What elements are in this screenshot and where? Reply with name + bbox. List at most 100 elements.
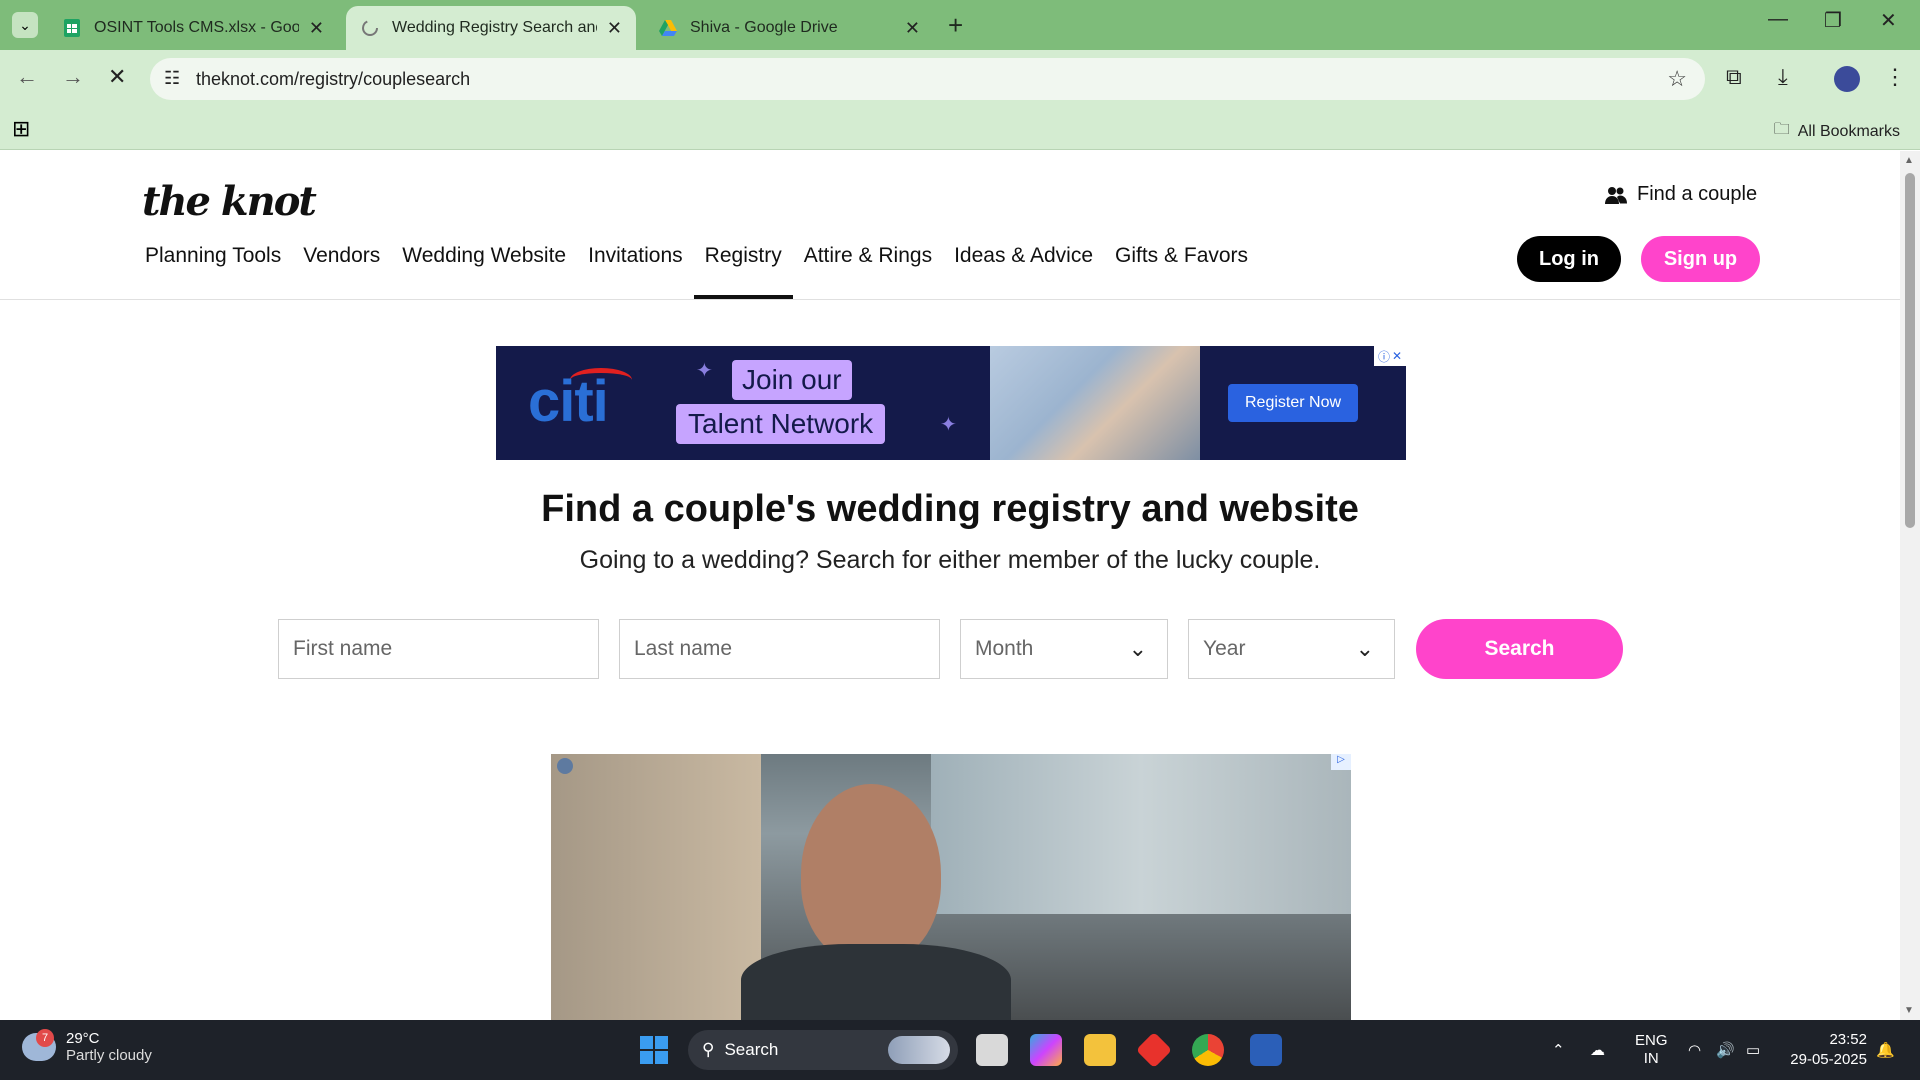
ad-choices-icon[interactable]: ▷ bbox=[1331, 754, 1351, 770]
profile-avatar[interactable] bbox=[1834, 66, 1860, 92]
search-icon: ⚲ bbox=[702, 1040, 715, 1059]
start-button[interactable] bbox=[640, 1036, 668, 1064]
nav-ideas-advice[interactable]: Ideas & Advice bbox=[943, 245, 1104, 299]
nav-invitations[interactable]: Invitations bbox=[577, 245, 694, 299]
month-select[interactable]: Month ⌄ bbox=[960, 619, 1168, 679]
video-person-head bbox=[801, 784, 941, 964]
menu-icon[interactable]: ⋮ bbox=[1884, 64, 1906, 90]
weather-temp: 29°C bbox=[66, 1030, 100, 1047]
nav-gifts-favors[interactable]: Gifts & Favors bbox=[1104, 245, 1259, 299]
close-tab-icon[interactable]: ✕ bbox=[607, 18, 622, 39]
volume-icon[interactable]: 🔊 bbox=[1716, 1020, 1735, 1080]
all-bookmarks-button[interactable]: 🗀 All Bookmarks bbox=[1774, 118, 1900, 145]
extensions-icon[interactable]: ⧉ bbox=[1726, 64, 1742, 90]
drive-icon bbox=[659, 20, 677, 36]
year-select[interactable]: Year ⌄ bbox=[1188, 619, 1395, 679]
new-tab-button[interactable]: + bbox=[948, 10, 963, 41]
page-title: Find a couple's wedding registry and web… bbox=[541, 488, 1359, 530]
clock-time: 23:52 bbox=[1829, 1031, 1867, 1048]
scrollbar-thumb[interactable] bbox=[1905, 173, 1915, 528]
lang-region: IN bbox=[1643, 1050, 1659, 1067]
weather-widget[interactable]: 7 29°C Partly cloudy bbox=[22, 1029, 152, 1064]
ad-line1: Join our bbox=[732, 360, 852, 400]
nav-wedding-website[interactable]: Wedding Website bbox=[391, 245, 577, 299]
copilot-icon[interactable] bbox=[1030, 1034, 1062, 1066]
site-info-icon[interactable]: ☷ bbox=[164, 68, 180, 89]
tab-drive[interactable]: Shiva - Google Drive ✕ bbox=[644, 6, 934, 50]
video-ad[interactable]: ▷ bbox=[551, 754, 1351, 1020]
sparkle-icon: ✦ bbox=[696, 360, 713, 382]
video-person-body bbox=[741, 944, 1011, 1020]
sheets-icon bbox=[64, 19, 80, 37]
weather-cloud-icon: 7 bbox=[22, 1029, 56, 1061]
chrome-icon[interactable] bbox=[1192, 1034, 1224, 1066]
last-name-input[interactable]: Last name bbox=[619, 619, 940, 679]
chevron-down-icon: ⌄ bbox=[1355, 636, 1374, 661]
people-icon bbox=[1605, 186, 1627, 204]
video-scene-pillar bbox=[551, 754, 761, 1020]
task-view-icon[interactable] bbox=[976, 1034, 1008, 1066]
weather-badge: 7 bbox=[36, 1029, 54, 1047]
scroll-down-icon[interactable]: ▼ bbox=[1904, 1005, 1914, 1016]
ad-register-button[interactable]: Register Now bbox=[1228, 384, 1358, 422]
nav-attire-rings[interactable]: Attire & Rings bbox=[793, 245, 943, 299]
info-icon[interactable]: ⓘ bbox=[1378, 348, 1390, 365]
year-label: Year bbox=[1203, 637, 1246, 660]
notifications-icon[interactable]: 🔔 bbox=[1876, 1020, 1895, 1080]
apps-grid-icon[interactable]: ⊞ bbox=[12, 116, 30, 142]
tab-search-button[interactable]: ⌄ bbox=[12, 12, 38, 38]
search-button[interactable]: Search bbox=[1416, 619, 1623, 679]
search-highlight-image bbox=[888, 1036, 950, 1064]
chevron-down-icon: ⌄ bbox=[1128, 636, 1147, 661]
app-red-diamond-icon[interactable] bbox=[1135, 1031, 1173, 1069]
minimize-button[interactable]: — bbox=[1768, 8, 1788, 31]
battery-icon[interactable]: ▭ bbox=[1746, 1020, 1760, 1080]
close-tab-icon[interactable]: ✕ bbox=[309, 18, 324, 39]
onedrive-icon[interactable]: ☁ bbox=[1590, 1020, 1605, 1080]
ad-badge-icon bbox=[557, 758, 573, 774]
tray-chevron-icon[interactable]: ⌃ bbox=[1552, 1020, 1565, 1080]
wifi-icon[interactable]: ◠ bbox=[1688, 1020, 1701, 1080]
login-button[interactable]: Log in bbox=[1517, 236, 1621, 282]
taskbar: 7 29°C Partly cloudy ⚲ Search ⌃ ☁ ENG IN… bbox=[0, 1020, 1920, 1080]
bookmark-star-icon[interactable]: ☆ bbox=[1667, 66, 1687, 92]
video-scene-window bbox=[931, 754, 1351, 914]
page-subtitle: Going to a wedding? Search for either me… bbox=[579, 546, 1321, 574]
restore-button[interactable]: ❐ bbox=[1824, 8, 1842, 33]
tab-sheets[interactable]: OSINT Tools CMS.xlsx - Google ✕ bbox=[48, 6, 338, 50]
scroll-up-icon[interactable]: ▲ bbox=[1904, 155, 1914, 166]
file-explorer-icon[interactable] bbox=[1084, 1034, 1116, 1066]
banner-ad[interactable]: citi ✦ ✦ Join our Talent Network Registe… bbox=[496, 346, 1406, 460]
signup-button[interactable]: Sign up bbox=[1641, 236, 1760, 282]
download-icon[interactable]: ⤓ bbox=[1778, 64, 1788, 90]
loading-icon bbox=[362, 20, 378, 36]
close-ad-icon[interactable]: ✕ bbox=[1392, 349, 1402, 363]
folder-icon: 🗀 bbox=[1773, 121, 1790, 138]
tab-registry[interactable]: Wedding Registry Search and W ✕ bbox=[346, 6, 636, 50]
address-bar[interactable]: ☷ theknot.com/registry/couplesearch ☆ bbox=[150, 58, 1705, 100]
nav-registry[interactable]: Registry bbox=[693, 245, 793, 299]
main-nav: Planning Tools Vendors Wedding Website I… bbox=[145, 245, 1259, 299]
weather-desc: Partly cloudy bbox=[66, 1047, 152, 1064]
nav-planning-tools[interactable]: Planning Tools bbox=[145, 245, 292, 299]
clock[interactable]: 23:52 29-05-2025 bbox=[1785, 1030, 1867, 1070]
back-button[interactable]: ← bbox=[16, 64, 38, 90]
header-divider bbox=[0, 299, 1900, 300]
site-logo[interactable]: the knot bbox=[142, 178, 317, 225]
stop-loading-button[interactable]: ✕ bbox=[108, 64, 126, 90]
close-window-button[interactable]: ✕ bbox=[1880, 8, 1897, 33]
tab-strip: ⌄ OSINT Tools CMS.xlsx - Google ✕ Weddin… bbox=[0, 0, 1920, 50]
page-scrollbar[interactable]: ▲ ▼ bbox=[1900, 151, 1920, 1020]
find-couple-link[interactable]: Find a couple bbox=[1605, 183, 1757, 206]
language-indicator[interactable]: ENG IN bbox=[1635, 1020, 1668, 1080]
ad-choices[interactable]: ⓘ ✕ bbox=[1374, 346, 1406, 366]
forward-button[interactable]: → bbox=[62, 64, 84, 90]
clock-date: 29-05-2025 bbox=[1790, 1051, 1867, 1068]
nav-vendors[interactable]: Vendors bbox=[292, 245, 391, 299]
powershell-icon[interactable] bbox=[1250, 1034, 1282, 1066]
ad-line2: Talent Network bbox=[676, 404, 886, 444]
close-tab-icon[interactable]: ✕ bbox=[905, 18, 920, 39]
taskbar-search[interactable]: ⚲ Search bbox=[688, 1030, 958, 1070]
first-name-input[interactable]: First name bbox=[278, 619, 599, 679]
taskbar-search-label: Search bbox=[724, 1040, 779, 1059]
